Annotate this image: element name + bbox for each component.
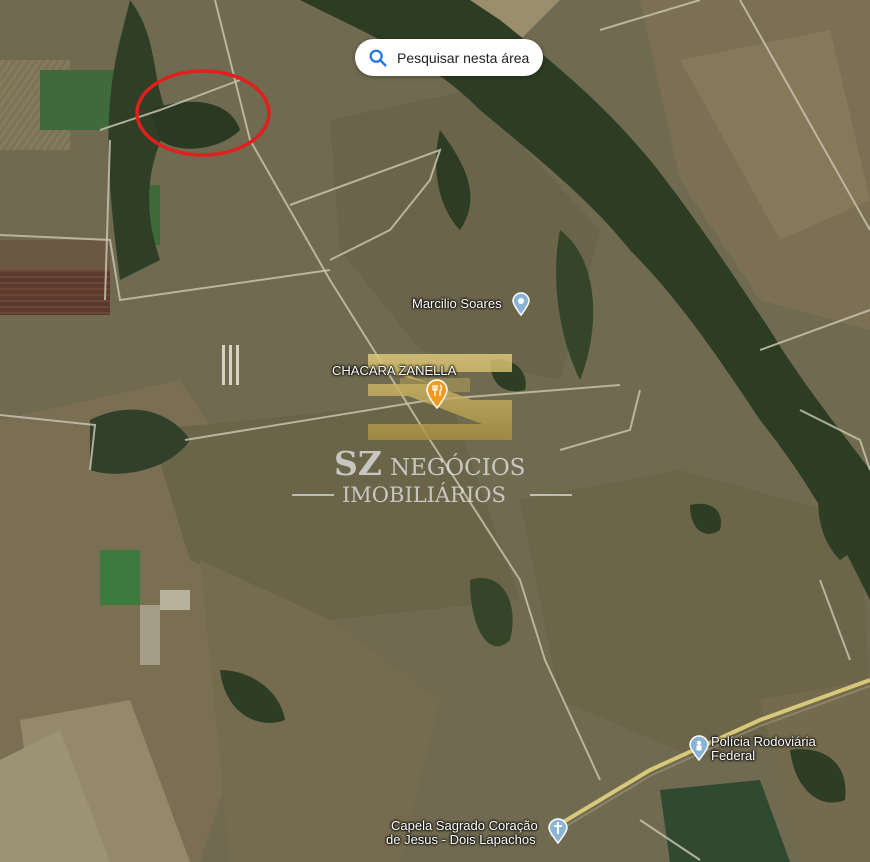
- watermark-line1: NEGÓCIOS: [390, 455, 526, 481]
- church-pin-icon[interactable]: [548, 818, 568, 844]
- watermark-brand: SZ: [334, 444, 382, 483]
- search-this-area-label: Pesquisar nesta área: [397, 49, 530, 66]
- satellite-map[interactable]: Pesquisar nesta área Marcilio Soares CHA…: [0, 0, 870, 862]
- place-label-capela-line2[interactable]: de Jesus - Dois Lapachos: [386, 833, 536, 847]
- place-label-policia-line2[interactable]: Federal: [711, 749, 755, 763]
- place-label-chacara-zanella[interactable]: CHACARA ZANELLA: [332, 364, 456, 378]
- place-pin-icon[interactable]: [512, 292, 530, 316]
- watermark-rule-left: [292, 494, 334, 496]
- police-pin-icon[interactable]: [689, 735, 709, 761]
- search-this-area-button[interactable]: Pesquisar nesta área: [355, 39, 543, 76]
- search-icon: [369, 49, 387, 67]
- place-label-marcilio[interactable]: Marcilio Soares: [412, 297, 502, 311]
- watermark-line2: IMOBILIÁRIOS: [342, 483, 506, 507]
- place-label-capela-line1[interactable]: Capela Sagrado Coração: [391, 819, 538, 833]
- watermark-rule-right: [530, 494, 572, 496]
- restaurant-pin-icon[interactable]: [426, 379, 448, 409]
- satellite-imagery: [0, 0, 870, 862]
- place-label-policia-line1[interactable]: Polícia Rodoviária: [711, 735, 816, 749]
